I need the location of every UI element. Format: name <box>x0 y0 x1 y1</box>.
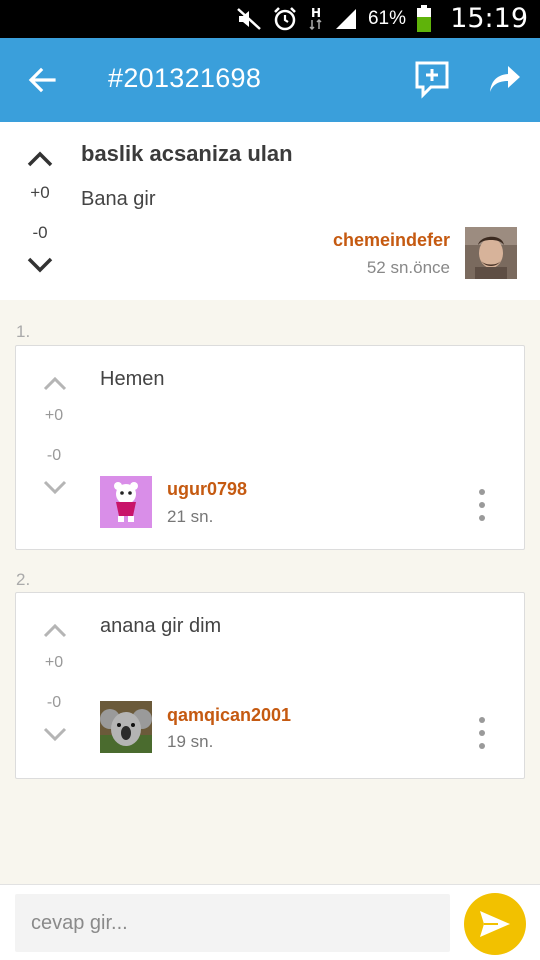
status-bar: H 61% 15:19 <box>0 0 540 38</box>
reply-input[interactable] <box>15 894 450 952</box>
comment-time: 19 sn. <box>167 732 214 751</box>
data-h-icon: H <box>309 6 322 31</box>
post-author[interactable]: chemeindefer <box>333 230 450 251</box>
more-vert-icon <box>479 717 485 723</box>
comment-index: 2. <box>16 570 31 589</box>
share-button[interactable] <box>488 62 522 96</box>
status-time: 15:19 <box>450 3 528 34</box>
post: +0 -0 baslik acsaniza ulan Bana gir chem… <box>0 122 540 300</box>
new-comment-icon <box>415 61 449 99</box>
battery-percent: 61% <box>367 8 406 29</box>
back-arrow-icon <box>28 67 56 93</box>
comment-card: +0 -0 anana gir dim qamqican2001 19 sn. <box>15 592 525 779</box>
upvote-icon[interactable] <box>42 621 68 639</box>
post-title: baslik acsaniza ulan <box>81 141 293 166</box>
downvote-icon[interactable] <box>26 256 54 276</box>
reply-bar <box>0 884 540 960</box>
upvote-icon[interactable] <box>26 148 54 168</box>
svg-text:H: H <box>311 6 321 20</box>
comment-index: 1. <box>16 322 31 341</box>
post-time: 52 sn.önce <box>366 258 450 277</box>
page-title: #201321698 <box>108 63 262 93</box>
minus-votes: -0 <box>46 447 62 464</box>
minus-votes: -0 <box>32 223 48 242</box>
comment-body: Hemen <box>100 368 165 390</box>
app-bar: #201321698 <box>0 38 540 122</box>
comment-author[interactable]: ugur0798 <box>167 479 247 500</box>
plus-votes: +0 <box>30 183 50 202</box>
downvote-icon[interactable] <box>42 479 68 497</box>
back-button[interactable] <box>24 62 60 98</box>
comment-time: 21 sn. <box>167 507 214 526</box>
plus-votes: +0 <box>44 407 64 424</box>
more-menu-button[interactable] <box>471 487 493 523</box>
upvote-icon[interactable] <box>42 374 68 392</box>
comment-card: +0 -0 Hemen ugur0798 21 sn. <box>15 345 525 550</box>
plus-votes: +0 <box>44 654 64 671</box>
send-icon <box>480 911 510 937</box>
downvote-icon[interactable] <box>42 726 68 744</box>
avatar[interactable] <box>100 476 152 528</box>
new-comment-button[interactable] <box>414 60 450 100</box>
signal-icon <box>335 9 356 29</box>
send-button[interactable] <box>464 893 526 955</box>
status-icons: H 61% <box>236 4 432 34</box>
share-icon <box>490 66 520 92</box>
avatar[interactable] <box>100 701 152 753</box>
avatar[interactable] <box>465 227 517 279</box>
more-menu-button[interactable] <box>471 715 493 751</box>
more-vert-icon <box>479 489 485 495</box>
alarm-icon <box>274 7 296 31</box>
mute-icon <box>237 8 261 30</box>
comment-author[interactable]: qamqican2001 <box>167 705 291 726</box>
battery-icon <box>417 5 431 32</box>
minus-votes: -0 <box>46 694 62 711</box>
comment-body: anana gir dim <box>100 615 222 637</box>
post-body: Bana gir <box>81 188 156 210</box>
